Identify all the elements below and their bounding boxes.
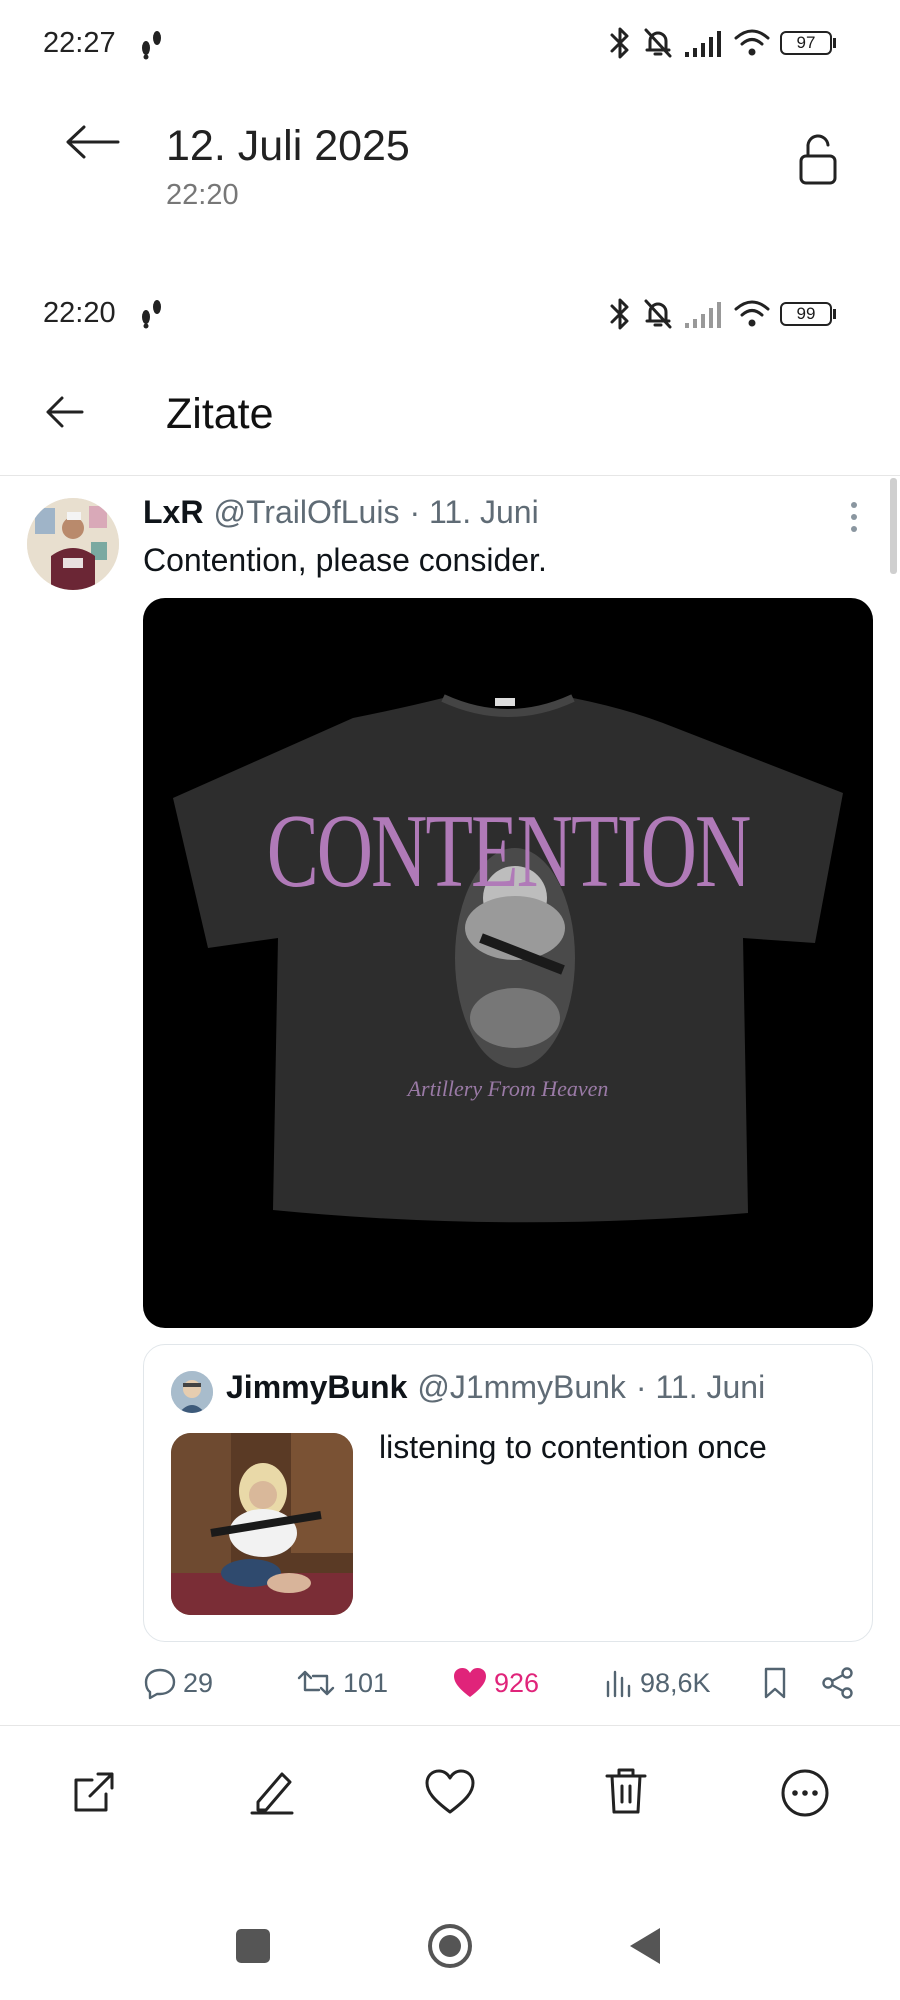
- reply-icon: [144, 1668, 176, 1700]
- shot-step-counter-icon: [138, 297, 166, 329]
- retweet-count: 101: [343, 1667, 389, 1698]
- retweet-icon: [297, 1670, 335, 1696]
- bluetooth-icon: [610, 298, 629, 330]
- retweet-button[interactable]: 101: [295, 1666, 388, 1700]
- divider: [0, 1725, 900, 1726]
- shirt-graphic: [173, 694, 843, 1223]
- unlock-icon: [799, 134, 837, 185]
- delete-button[interactable]: [603, 1766, 649, 1816]
- back-button[interactable]: [44, 394, 84, 430]
- views-chart-icon: [606, 1670, 631, 1698]
- viewer-date: 12. Juli 2025: [166, 122, 410, 170]
- quoted-name: JimmyBunk: [226, 1369, 408, 1405]
- favorite-button[interactable]: [424, 1768, 476, 1816]
- quoted-tweet[interactable]: JimmyBunk @J1mmyBunk · 11. Juni listenin…: [143, 1344, 873, 1642]
- bell-muted-icon: [644, 299, 672, 329]
- more-options-button[interactable]: [780, 1768, 830, 1818]
- bookmark-icon: [764, 1667, 786, 1699]
- tweet-date[interactable]: · 11. Juni: [409, 494, 538, 531]
- shirt-title: CONTENTION: [266, 791, 752, 910]
- edit-button[interactable]: [248, 1766, 296, 1816]
- viewer-back-button[interactable]: [64, 124, 120, 160]
- quoted-image[interactable]: [171, 1433, 353, 1615]
- scrollbar[interactable]: [890, 478, 897, 574]
- quoted-date: · 11. Juni: [635, 1369, 766, 1405]
- quoted-avatar[interactable]: [171, 1371, 213, 1413]
- bell-muted-icon: [644, 28, 672, 58]
- heart-icon: [425, 1769, 475, 1814]
- signal-icon: [685, 302, 721, 328]
- page-title: Zitate: [166, 390, 274, 438]
- divider: [0, 475, 900, 476]
- tweet-text: Contention, please consider.: [143, 542, 547, 578]
- battery-level: 97: [780, 31, 832, 55]
- quoted-text: listening to contention once: [379, 1429, 767, 1465]
- more-vertical-icon: [851, 502, 857, 532]
- quoted-handle: @J1mmyBunk: [417, 1369, 626, 1405]
- shot-status-icons: 99: [608, 297, 836, 331]
- tweet-more-button[interactable]: [847, 500, 861, 534]
- home-icon[interactable]: [426, 1922, 474, 1970]
- like-button[interactable]: 926: [452, 1666, 539, 1700]
- status-icons: 97: [608, 26, 836, 60]
- views-count: 98,6K: [640, 1667, 711, 1698]
- signal-icon: [685, 31, 721, 57]
- avatar[interactable]: [27, 498, 119, 590]
- views-button[interactable]: 98,6K: [604, 1666, 711, 1700]
- tweet-header: LxR @TrailOfLuis · 11. Juni: [143, 494, 539, 531]
- wifi-icon: [734, 29, 770, 56]
- trash-icon: [605, 1768, 647, 1814]
- shirt-subtitle: Artillery From Heaven: [407, 1076, 609, 1101]
- battery-level: 99: [780, 302, 832, 326]
- edit-icon: [250, 1772, 294, 1815]
- back-icon[interactable]: [628, 1926, 662, 1966]
- reply-count: 29: [183, 1667, 214, 1698]
- recents-icon[interactable]: [236, 1929, 270, 1963]
- step-counter-icon: [138, 28, 166, 60]
- wifi-icon: [734, 300, 770, 327]
- author-handle[interactable]: @TrailOfLuis: [213, 494, 399, 531]
- share-external-icon: [74, 1772, 114, 1812]
- lock-button[interactable]: [798, 134, 838, 186]
- share-button[interactable]: [821, 1666, 855, 1700]
- open-external-button[interactable]: [70, 1768, 118, 1816]
- status-time: 22:27: [43, 27, 116, 59]
- like-count: 926: [494, 1667, 540, 1698]
- viewer-time: 22:20: [166, 179, 239, 211]
- bluetooth-icon: [610, 27, 629, 59]
- share-icon: [822, 1667, 853, 1699]
- arrow-left-icon: [46, 396, 84, 428]
- bookmark-button[interactable]: [760, 1666, 790, 1700]
- tweet-image[interactable]: CONTENTION Artillery From Heaven: [143, 598, 873, 1328]
- more-icon: [781, 1769, 829, 1817]
- battery-indicator: 99: [780, 302, 836, 326]
- author-name[interactable]: LxR: [143, 494, 203, 531]
- shot-status-time: 22:20: [43, 297, 116, 329]
- battery-indicator: 97: [780, 31, 836, 55]
- arrow-left-icon: [66, 125, 120, 159]
- heart-filled-icon: [454, 1668, 486, 1697]
- reply-button[interactable]: 29: [143, 1666, 213, 1700]
- quoted-header: JimmyBunk @J1mmyBunk · 11. Juni: [226, 1369, 765, 1406]
